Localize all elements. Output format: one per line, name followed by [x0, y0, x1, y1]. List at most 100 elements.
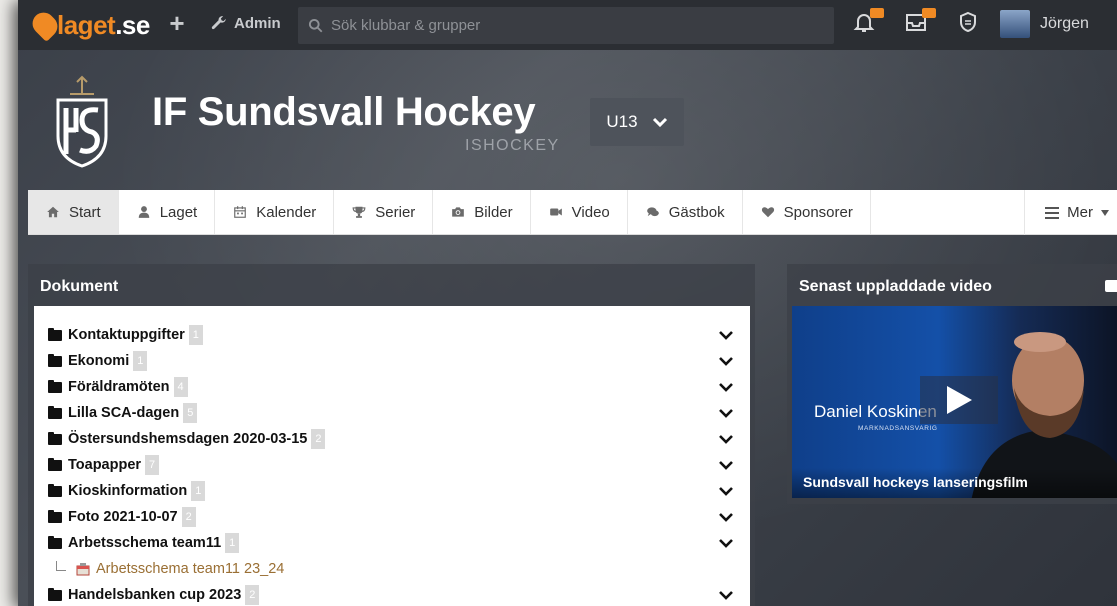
chevron-down-icon[interactable]: [718, 327, 734, 343]
nav-video[interactable]: Video: [531, 190, 628, 234]
chevron-down-icon[interactable]: [718, 457, 734, 473]
folder-row[interactable]: Ekonomi 1: [34, 348, 750, 374]
add-button[interactable]: +: [166, 10, 188, 36]
nav-gastbok-label: Gästbok: [668, 203, 725, 221]
file-link[interactable]: Arbetsschema team11 23_24: [96, 561, 284, 577]
folder-row[interactable]: Lilla SCA-dagen 5: [34, 400, 750, 426]
folder-icon: [48, 379, 62, 393]
folder-name: Föräldramöten: [68, 379, 170, 395]
video-player[interactable]: Daniel Koskinen MARKNADSANSVARIG Sundsva…: [792, 306, 1117, 498]
avatar: [1000, 10, 1030, 38]
nav-sponsorer[interactable]: Sponsorer: [743, 190, 871, 234]
nav-sponsorer-label: Sponsorer: [783, 203, 853, 221]
folder-icon: [48, 327, 62, 341]
messages-button[interactable]: [904, 8, 936, 36]
caret-down-icon: [1101, 209, 1109, 216]
folder-count: 2: [311, 429, 326, 449]
folder-name: Kioskinformation: [68, 483, 188, 499]
chevron-down-icon[interactable]: [718, 483, 734, 499]
chevron-down-icon[interactable]: [718, 509, 734, 525]
wrench-icon: [211, 16, 226, 30]
chevron-down-icon[interactable]: [718, 353, 734, 369]
top-bar: laget.se + Admin Jörgen: [18, 0, 1117, 50]
site-logo[interactable]: laget.se: [28, 6, 150, 44]
folder-row[interactable]: Arbetsschema team11 1: [34, 530, 750, 556]
folder-name: Lilla SCA-dagen: [68, 405, 180, 421]
chevron-down-icon[interactable]: [718, 431, 734, 447]
folder-row[interactable]: Kioskinformation 1: [34, 478, 750, 504]
camera-icon: [452, 207, 465, 217]
nav-serier-label: Serier: [375, 203, 416, 221]
folder-icon: [48, 353, 62, 367]
user-menu[interactable]: Jörgen: [1000, 10, 1089, 38]
team-selector[interactable]: U13: [590, 98, 684, 146]
video-panel-toggle[interactable]: [1105, 280, 1117, 292]
admin-label: Admin: [234, 14, 281, 32]
folder-icon: [48, 431, 62, 445]
nav-kalender-label: Kalender: [256, 203, 317, 221]
folder-name: Toapapper: [68, 457, 142, 473]
home-icon: [47, 206, 59, 218]
calendar-icon: [234, 206, 247, 218]
folder-row[interactable]: Toapapper 7: [34, 452, 750, 478]
folder-icon: [48, 457, 62, 471]
nav-bilder[interactable]: Bilder: [433, 190, 531, 234]
folder-name: Foto 2021-10-07: [68, 509, 178, 525]
folder-count: 7: [145, 455, 160, 475]
chevron-down-icon[interactable]: [718, 587, 734, 603]
folder-count: 1: [225, 533, 240, 553]
folder-name: Arbetsschema team11: [68, 535, 222, 551]
nav-start-label: Start: [69, 203, 101, 221]
admin-link[interactable]: Admin: [210, 14, 281, 32]
heart-icon: [761, 207, 774, 218]
video-panel-title: Senast uppladdade video: [799, 278, 992, 295]
folder-count: 2: [181, 507, 196, 527]
club-logo: [56, 75, 108, 168]
chat-icon: [646, 207, 659, 217]
nav-video-label: Video: [571, 203, 610, 221]
trophy-icon: [352, 206, 366, 218]
folder-count: 5: [183, 403, 198, 423]
nav-gastbok[interactable]: Gästbok: [628, 190, 743, 234]
play-button[interactable]: [920, 376, 998, 424]
video-panel: Senast uppladdade video Daniel Koskinen …: [787, 264, 1117, 504]
video-icon: [549, 208, 562, 216]
search-input[interactable]: [331, 17, 811, 34]
folder-row[interactable]: Foto 2021-10-07 2: [34, 504, 750, 530]
folder-row[interactable]: Föräldramöten 4: [34, 374, 750, 400]
message-badge: [922, 8, 936, 18]
folder-name: Ekonomi: [68, 353, 130, 369]
video-person-role: MARKNADSANSVARIG: [858, 425, 938, 432]
tree-connector: [56, 561, 66, 571]
nav-laget[interactable]: Laget: [119, 190, 216, 234]
chevron-down-icon[interactable]: [718, 535, 734, 551]
folder-row[interactable]: Kontaktuppgifter 1: [34, 322, 750, 348]
folder-icon: [48, 483, 62, 497]
folder-row[interactable]: Östersundshemsdagen 2020-03-15 2: [34, 426, 750, 452]
search-box: [298, 7, 834, 44]
file-row[interactable]: Arbetsschema team11 23_24: [34, 556, 750, 582]
chevron-down-icon[interactable]: [718, 405, 734, 421]
shield-icon: [960, 11, 976, 33]
nav-serier[interactable]: Serier: [334, 190, 434, 234]
folder-count: 1: [191, 481, 206, 501]
folder-row[interactable]: Handelsbanken cup 2023 2: [34, 582, 750, 606]
nav-bilder-label: Bilder: [474, 203, 513, 221]
user-name: Jörgen: [1040, 15, 1089, 32]
nav-kalender[interactable]: Kalender: [215, 190, 335, 234]
documents-title: Dokument: [40, 278, 119, 295]
folder-icon: [48, 509, 62, 523]
browser-page: laget.se + Admin Jörgen: [18, 0, 1117, 606]
user-icon: [138, 206, 149, 218]
nav-start[interactable]: Start: [28, 190, 119, 234]
club-sport: ISHOCKEY: [465, 137, 560, 154]
documents-list: Kontaktuppgifter 1 Ekonomi 1 Föräldramöt…: [34, 306, 750, 606]
notifications-button[interactable]: [852, 8, 884, 36]
security-button[interactable]: [956, 10, 982, 36]
search-icon: [308, 18, 323, 33]
play-icon: [947, 386, 972, 414]
menu-icon: [1045, 206, 1060, 219]
nav-more[interactable]: Mer: [1024, 190, 1117, 235]
chevron-down-icon[interactable]: [718, 379, 734, 395]
folder-count: 1: [133, 351, 148, 371]
